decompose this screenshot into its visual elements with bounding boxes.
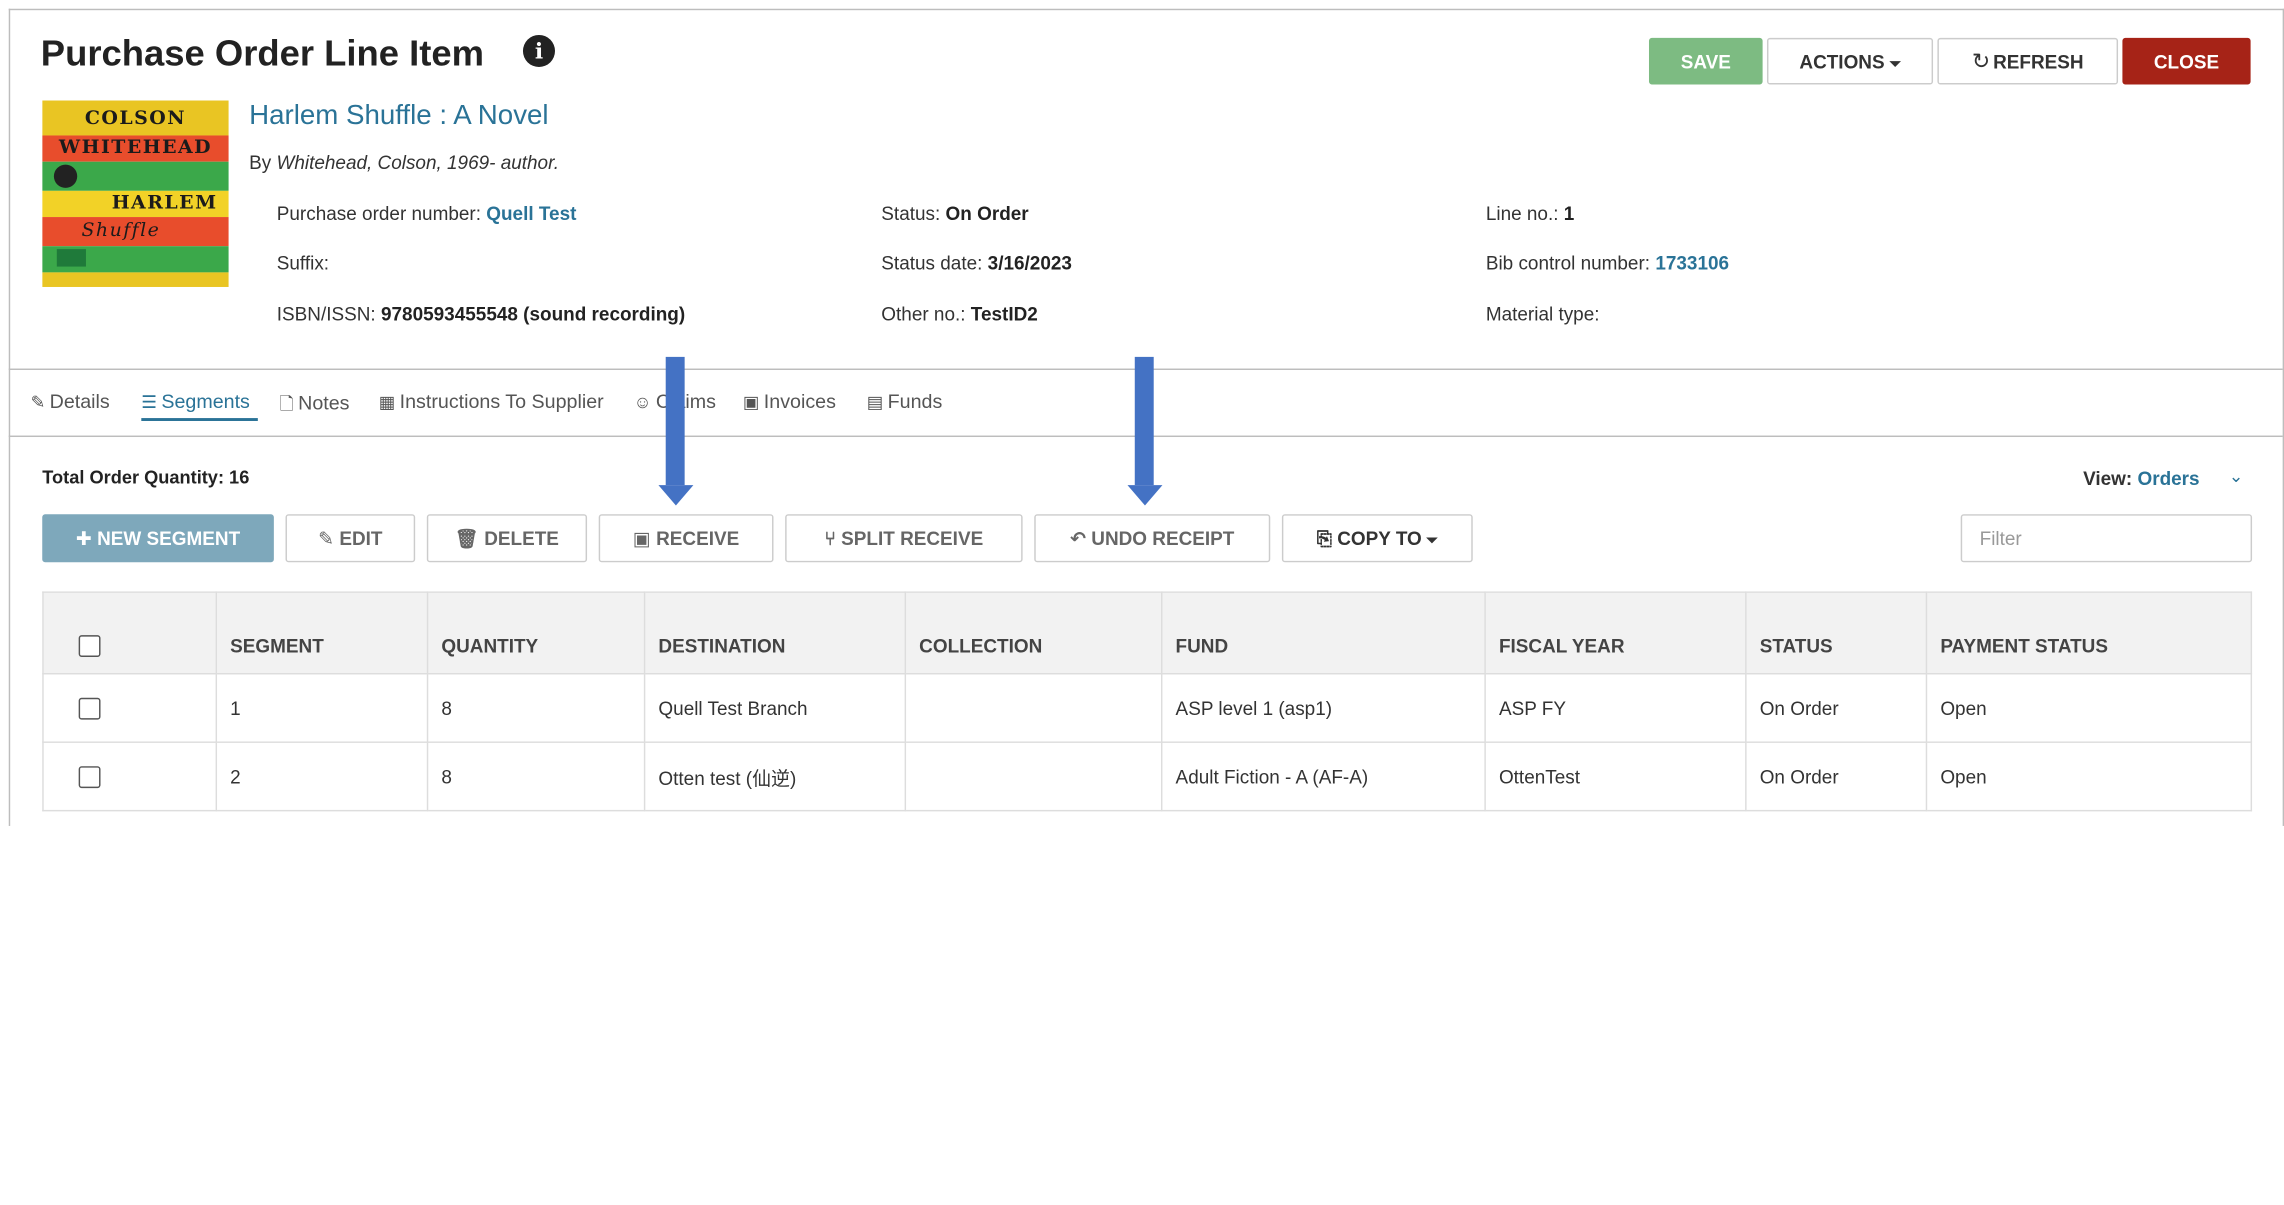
cell-payment-status: Open — [1925, 741, 2253, 812]
isbn-field: ISBN/ISSN: 9780593455548 (sound recordin… — [276, 302, 686, 325]
col-segment[interactable]: SEGMENT — [215, 591, 429, 675]
tab-invoices[interactable]: ▣ Invoices — [743, 390, 836, 412]
tab-funds[interactable]: ▤ Funds — [867, 390, 943, 412]
active-tab-indicator — [141, 418, 258, 421]
edit-icon: ✎ — [30, 391, 46, 413]
plus-icon: ✚ — [75, 527, 98, 550]
smile-icon: ☺ — [633, 391, 652, 413]
cell-collection — [904, 672, 1163, 743]
col-fund[interactable]: FUND — [1160, 591, 1486, 675]
cell-payment-status: Open — [1925, 672, 2253, 743]
view-selector[interactable]: View: Orders — [2083, 468, 2200, 490]
cover-line: Shuffle — [81, 219, 161, 242]
table-row[interactable]: 2 8 Otten test (仙逆) Adult Fiction - A (A… — [42, 741, 2253, 812]
trash-icon: 🗑 — [454, 527, 485, 550]
building-icon: ▦ — [378, 391, 396, 413]
cell-destination: Quell Test Branch — [643, 672, 907, 743]
caret-down-icon — [1888, 60, 1901, 67]
copy-icon: ⎘ — [1316, 527, 1338, 550]
row-checkbox[interactable] — [78, 766, 101, 789]
row-select-cell — [42, 672, 218, 743]
table-header-row: SEGMENT QUANTITY DESTINATION COLLECTION … — [42, 591, 2253, 675]
save-button[interactable]: SAVE — [1648, 37, 1763, 85]
cover-line: WHITEHEAD — [58, 136, 213, 159]
segments-table: SEGMENT QUANTITY DESTINATION COLLECTION … — [42, 591, 2253, 812]
suffix-field: Suffix: — [276, 252, 330, 274]
delete-button[interactable]: 🗑 DELETE — [426, 514, 588, 563]
pencil-icon: ✎ — [318, 527, 340, 550]
select-all-checkbox[interactable] — [78, 635, 101, 657]
book-cover-image: COLSON WHITEHEAD HARLEM Shuffle — [42, 100, 229, 287]
money-icon: ▣ — [742, 391, 760, 413]
item-title-link[interactable]: Harlem Shuffle : A Novel — [249, 101, 548, 133]
caret-down-icon — [1426, 536, 1438, 543]
cell-destination: Otten test (仙逆) — [643, 741, 907, 812]
col-destination[interactable]: DESTINATION — [643, 591, 907, 675]
cell-fiscal-year: OttenTest — [1484, 741, 1747, 812]
refresh-button[interactable]: ↻ REFRESH — [1937, 37, 2119, 85]
cell-quantity: 8 — [426, 672, 646, 743]
material-type-field: Material type: — [1485, 302, 1600, 325]
cell-fund: ASP level 1 (asp1) — [1160, 672, 1486, 743]
status-field: Status: On Order — [881, 202, 1029, 225]
col-status[interactable]: STATUS — [1745, 591, 1928, 675]
camera-icon: ▣ — [632, 527, 657, 550]
tab-notes[interactable]: 🗋 Notes — [280, 390, 350, 421]
col-fiscal-year[interactable]: FISCAL YEAR — [1484, 591, 1747, 675]
chevron-down-icon[interactable]: ⌄ — [2229, 466, 2244, 486]
edit-button[interactable]: ✎ EDIT — [285, 514, 416, 563]
split-receive-button[interactable]: ⑂ SPLIT RECEIVE — [785, 514, 1023, 563]
table-row[interactable]: 1 8 Quell Test Branch ASP level 1 (asp1)… — [42, 672, 2253, 743]
receive-button[interactable]: ▣ RECEIVE — [598, 514, 774, 563]
info-circle-icon[interactable]: i — [522, 34, 556, 68]
po-number-field: Purchase order number: Quell Test — [276, 202, 577, 225]
tab-instructions-to-supplier[interactable]: ▦ Instructions To Supplier — [379, 390, 604, 412]
cell-fiscal-year: ASP FY — [1484, 672, 1747, 743]
refresh-icon: ↻ — [1971, 49, 1991, 75]
new-segment-button[interactable]: ✚ NEW SEGMENT — [42, 514, 274, 563]
total-order-quantity: Total Order Quantity: 16 — [42, 467, 250, 488]
page-title: Purchase Order Line Item — [40, 33, 485, 75]
tab-segments[interactable]: ☰ Segments — [141, 390, 250, 412]
cell-fund: Adult Fiction - A (AF-A) — [1160, 741, 1486, 812]
cell-collection — [904, 741, 1163, 812]
bib-control-field: Bib control number: 1733106 — [1485, 252, 1730, 274]
po-number-link[interactable]: Quell Test — [486, 202, 576, 224]
copy-to-dropdown-button[interactable]: ⎘ COPY TO — [1281, 514, 1473, 563]
cover-line: HARLEM — [111, 192, 218, 215]
bib-control-link[interactable]: 1733106 — [1655, 252, 1729, 274]
select-all-cell — [42, 591, 218, 675]
cell-status: On Order — [1745, 672, 1928, 743]
cell-segment: 2 — [215, 741, 429, 812]
col-collection[interactable]: COLLECTION — [904, 591, 1163, 675]
cover-line: COLSON — [84, 107, 187, 130]
tab-details[interactable]: ✎ Details — [31, 390, 110, 412]
row-checkbox[interactable] — [78, 697, 101, 720]
line-no-field: Line no.: 1 — [1485, 202, 1575, 225]
other-no-field: Other no.: TestID2 — [881, 302, 1038, 325]
cell-status: On Order — [1745, 741, 1928, 812]
cell-segment: 1 — [215, 672, 429, 743]
list-icon: ☰ — [141, 391, 157, 413]
split-icon: ⑂ — [824, 527, 842, 550]
undo-receipt-button[interactable]: ↶ UNDO RECEIPT — [1034, 514, 1271, 563]
row-select-cell — [42, 741, 218, 812]
cell-quantity: 8 — [426, 741, 646, 812]
col-quantity[interactable]: QUANTITY — [426, 591, 646, 675]
close-button[interactable]: CLOSE — [2122, 37, 2251, 85]
status-date-field: Status date: 3/16/2023 — [881, 252, 1072, 274]
undo-icon: ↶ — [1070, 527, 1092, 550]
item-author: By Whitehead, Colson, 1969- author. — [249, 151, 559, 174]
filter-input[interactable] — [1960, 514, 2253, 563]
col-payment-status[interactable]: PAYMENT STATUS — [1925, 591, 2253, 675]
actions-dropdown-button[interactable]: ACTIONS — [1766, 37, 1934, 85]
file-icon: 🗋 — [279, 393, 294, 414]
bank-icon: ▤ — [866, 391, 884, 413]
